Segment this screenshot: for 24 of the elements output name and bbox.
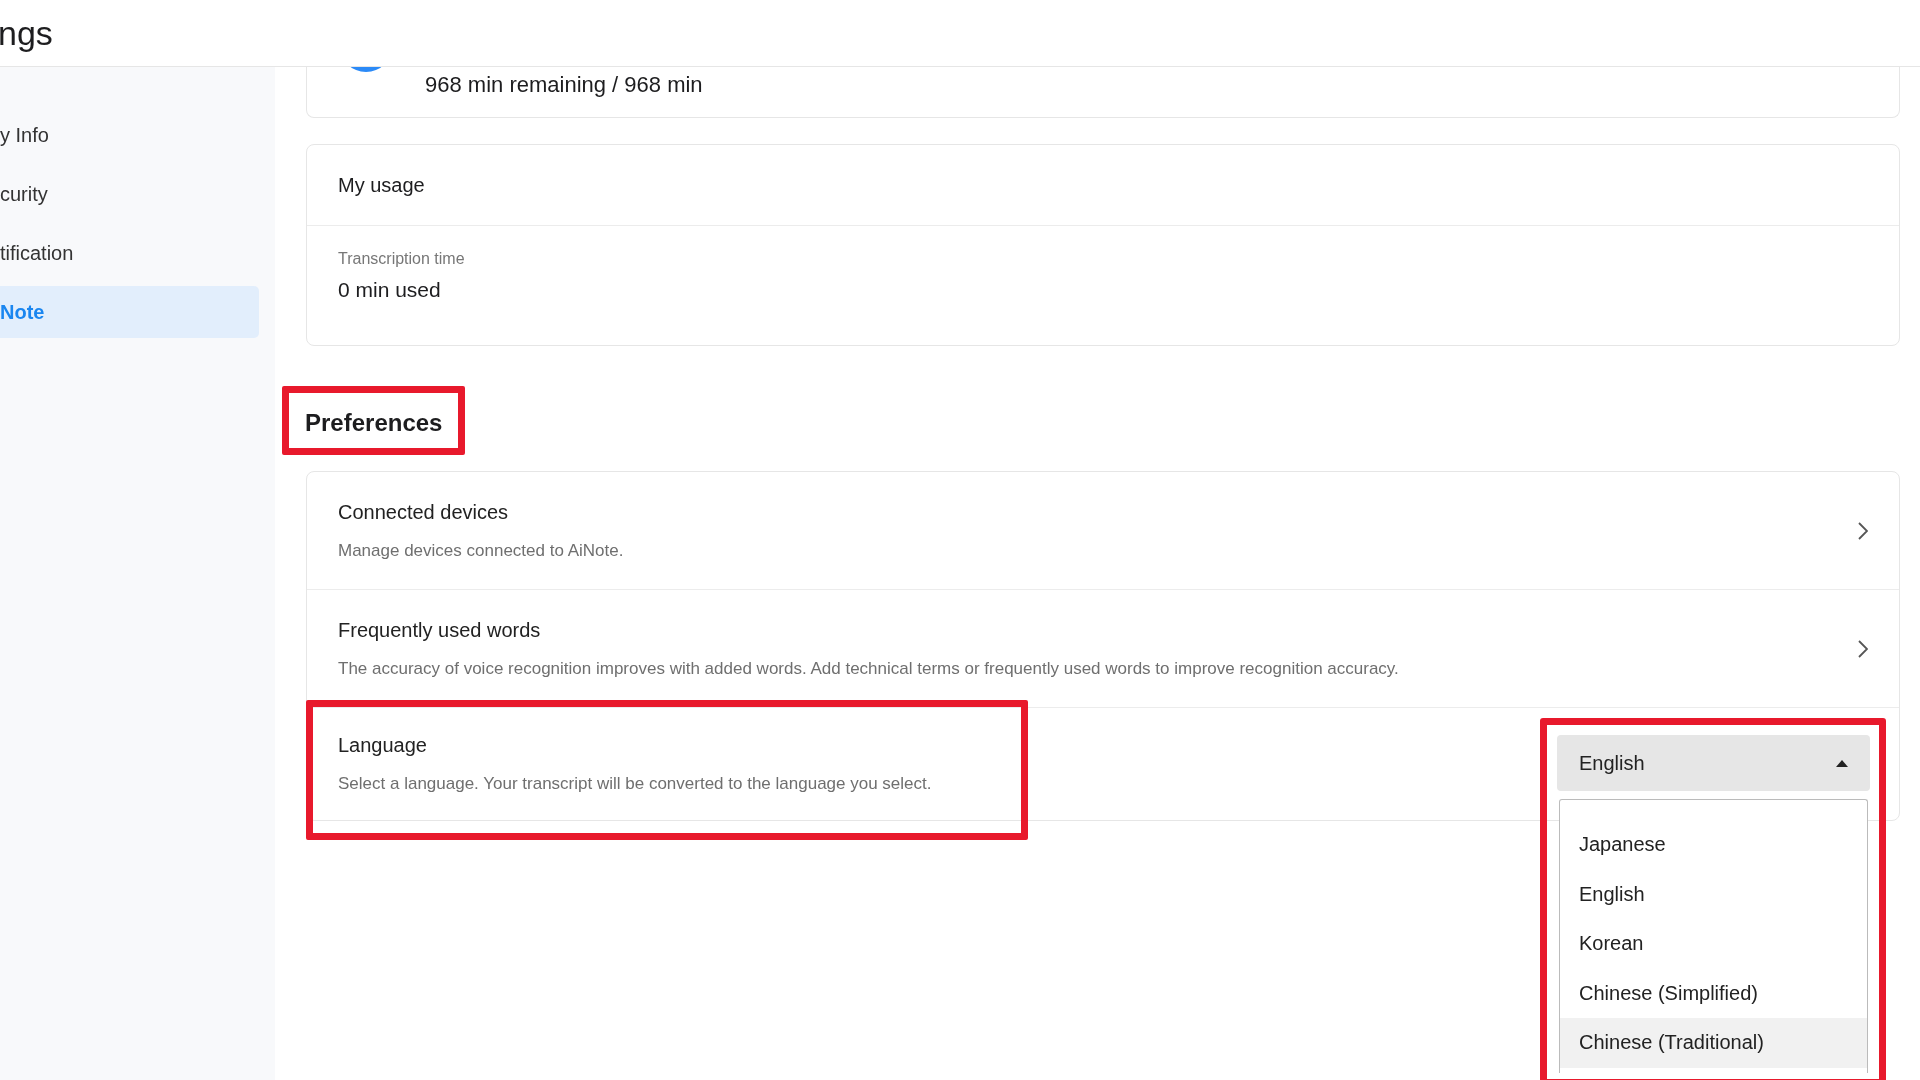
setting-title: Frequently used words — [338, 618, 542, 642]
setting-title: Connected devices — [338, 500, 510, 524]
dropdown-option[interactable]: Chinese (Traditional) — [1560, 1018, 1867, 1068]
language-select[interactable]: English — [1557, 735, 1870, 791]
setting-description: Select a language. Your transcript will be converted to the language you select. — [338, 774, 933, 794]
usage-value: 0 min used — [338, 278, 442, 302]
dropdown-option[interactable]: Korean — [1560, 919, 1867, 969]
page-title: ngs — [0, 16, 53, 50]
caret-up-icon — [1836, 759, 1848, 767]
setting-title: Language — [338, 734, 428, 757]
setting-description: Manage devices connected to AiNote. — [338, 540, 625, 561]
sidebar-item[interactable]: curity — [0, 168, 259, 220]
minutes-remaining: 968 min remaining / 968 min — [425, 72, 703, 98]
usage-label: Transcription time — [338, 250, 466, 268]
dropdown-option[interactable]: Chinese (Simplified) — [1560, 968, 1867, 1018]
chevron-right-icon[interactable] — [1858, 521, 1868, 540]
setting-description: The accuracy of voice recognition improves with added words. Add technical terms or frequently used words to improve recognition accuracy. — [338, 658, 1400, 679]
dropdown-option[interactable]: English — [1560, 869, 1867, 919]
chevron-right-icon[interactable] — [1858, 639, 1868, 658]
sidebar-item[interactable]: y Info — [0, 109, 259, 161]
section-heading: Preferences — [305, 409, 443, 436]
sidebar-item[interactable]: tification — [0, 227, 259, 279]
card-title: My usage — [338, 173, 425, 197]
dropdown-option[interactable]: Japanese — [1560, 820, 1867, 870]
